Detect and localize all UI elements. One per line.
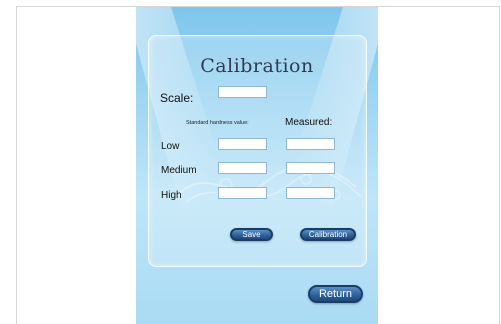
standard-hardness-label: Standard hardness value: xyxy=(186,120,249,126)
high-measured-input[interactable] xyxy=(286,187,335,199)
high-standard-input[interactable] xyxy=(218,187,267,199)
return-button[interactable]: Return xyxy=(308,285,363,303)
calibration-panel: Calibration Scale: Standard hardness val… xyxy=(136,7,378,324)
save-button[interactable]: Save xyxy=(230,228,273,241)
medium-standard-input[interactable] xyxy=(218,162,267,174)
low-standard-input[interactable] xyxy=(218,138,267,150)
scale-label: Scale: xyxy=(160,91,194,105)
low-measured-input[interactable] xyxy=(286,138,335,150)
calibration-button[interactable]: Calibration xyxy=(300,228,356,241)
row-label-medium: Medium xyxy=(161,165,197,176)
row-label-high: High xyxy=(161,190,182,201)
scale-input[interactable] xyxy=(218,86,267,98)
measured-label: Measured: xyxy=(285,117,333,128)
row-label-low: Low xyxy=(161,141,180,152)
page-title: Calibration xyxy=(200,55,314,77)
medium-measured-input[interactable] xyxy=(286,162,335,174)
